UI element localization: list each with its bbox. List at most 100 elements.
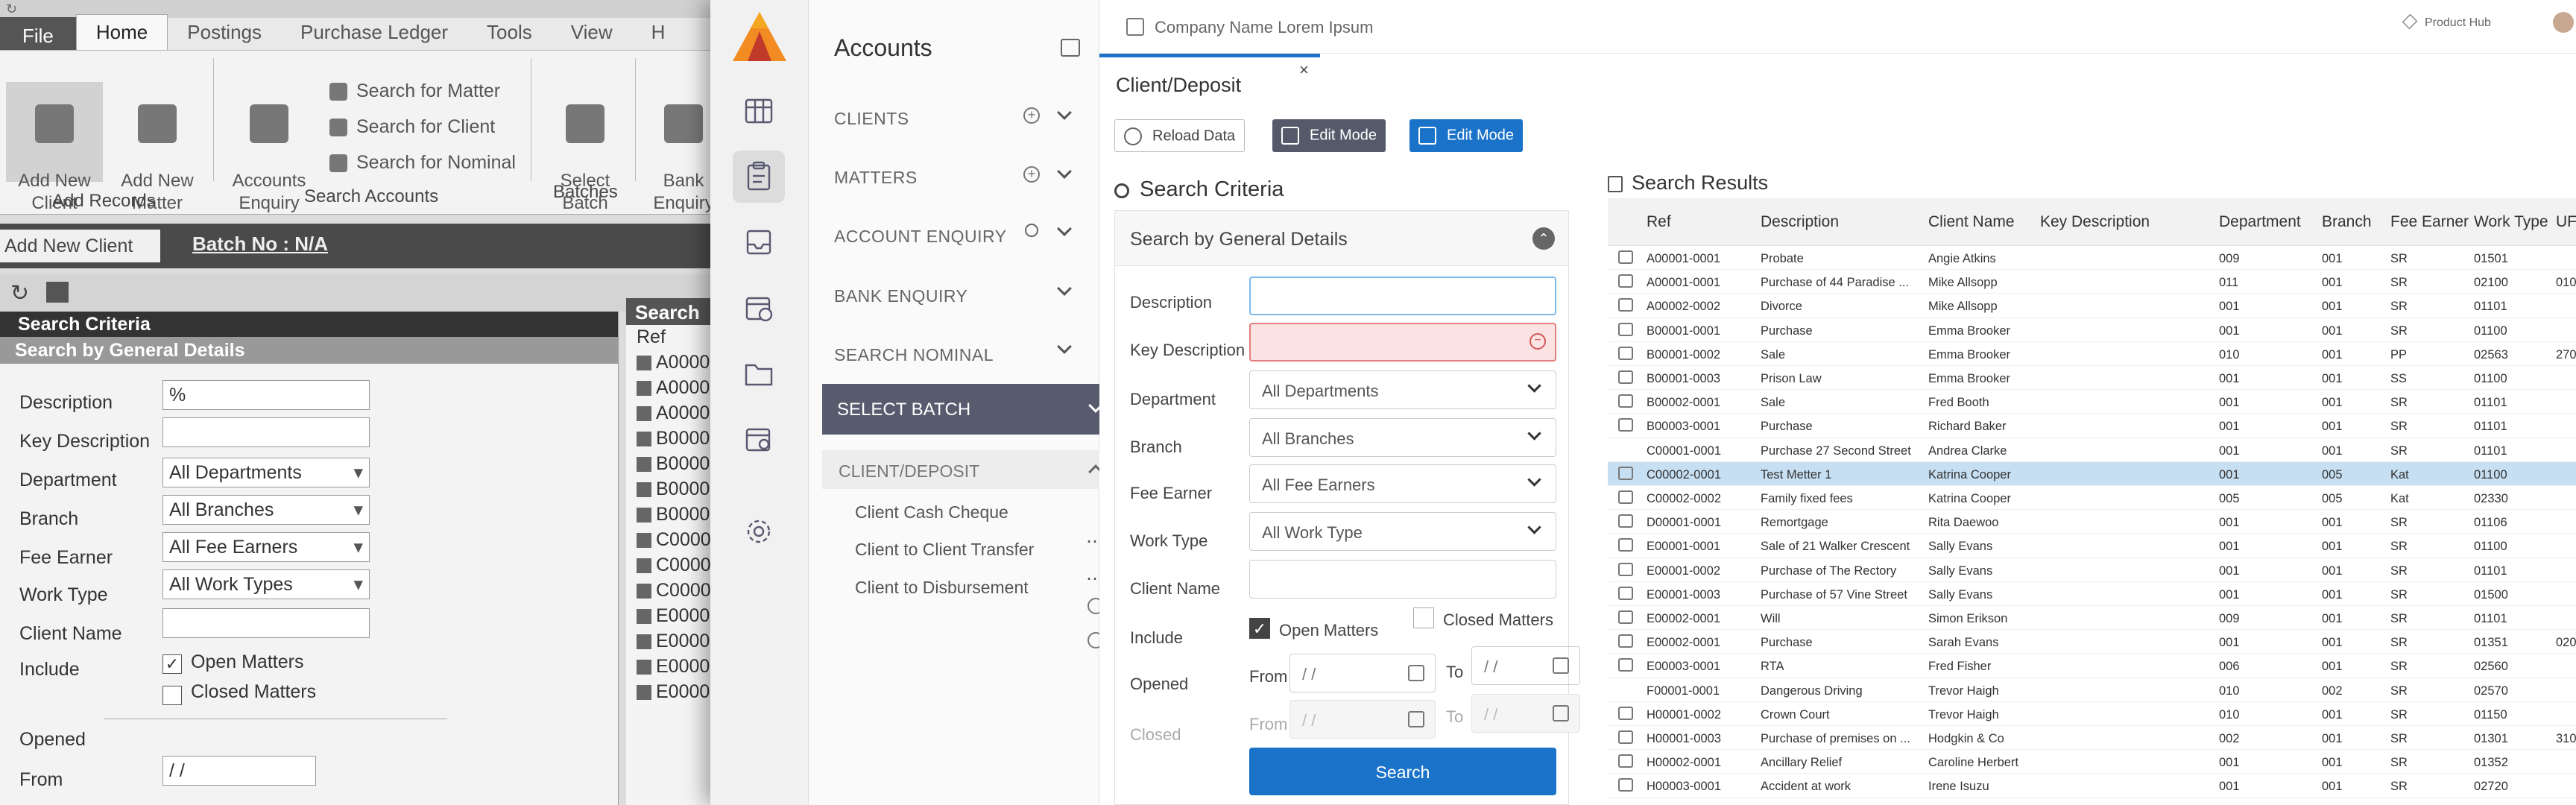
table-row[interactable]: B00001-0003 Prison Law Emma Brooker 001 001 S…	[1608, 366, 2576, 391]
legacy-refresh-icon[interactable]: ↻	[6, 1, 17, 17]
add-new-client-button[interactable]: Add New Client	[6, 82, 103, 213]
col-branch[interactable]: Branch	[2322, 213, 2372, 231]
legacy-branch-select[interactable]: All Branches	[162, 495, 370, 525]
table-row[interactable]: A00001-0001 Purchase of 44 Paradise ... Mi…	[1608, 270, 2576, 294]
search-icon[interactable]	[1025, 224, 1038, 237]
nav-item-matters[interactable]: MATTERS	[834, 168, 918, 188]
table-row[interactable]: H00003-0001 Accident at work Irene Isuzu 00…	[1608, 774, 2576, 798]
tab-tools[interactable]: Tools	[467, 15, 552, 50]
legacy-add-new-client[interactable]: Add New Client	[0, 230, 160, 262]
legacy-result-row[interactable]: E0000	[626, 629, 716, 654]
table-row[interactable]: E00003-0001 RTA Fred Fisher 006 001 SR 02560	[1608, 654, 2576, 678]
search-button[interactable]: Search	[1249, 748, 1556, 795]
sub-item-client-to-client-transfer[interactable]: Client to Client Transfer	[855, 540, 1034, 560]
reload-data-button[interactable]: Reload Data	[1114, 119, 1246, 152]
table-row[interactable]: B00001-0001 Purchase Emma Brooker 001 001 SR 0…	[1608, 318, 2576, 342]
client-name-input[interactable]	[1249, 560, 1556, 599]
tab-purchase-ledger[interactable]: Purchase Ledger	[281, 15, 467, 50]
table-row[interactable]: H00002-0001 Ancillary Relief Caroline Herb…	[1608, 750, 2576, 774]
legacy-description-input[interactable]: %	[162, 380, 370, 410]
edit-mode-active-button[interactable]: Edit Mode	[1409, 119, 1524, 152]
fee-earner-select[interactable]: All Fee Earners	[1249, 464, 1556, 503]
col-description[interactable]: Description	[1761, 213, 1839, 231]
table-row[interactable]: C00001-0001 Purchase 27 Second Street Andr…	[1608, 438, 2576, 462]
legacy-work-type-select[interactable]: All Work Types	[162, 569, 370, 599]
nav-item-select-batch[interactable]: SELECT BATCH	[822, 384, 1119, 435]
rail-folder-icon[interactable]	[733, 347, 785, 400]
table-row[interactable]: A00002-0002 Divorce Mike Allsopp 001 001 SR 01…	[1608, 294, 2576, 318]
legacy-result-row[interactable]: C0000	[626, 528, 716, 553]
table-row[interactable]: A00001-0001 Probate Angie Atkins 009 001 SR 01…	[1608, 246, 2576, 271]
opened-to-date[interactable]: / /	[1471, 646, 1580, 685]
table-row[interactable]: C00002-0002 Family fixed fees Katrina Coop…	[1608, 486, 2576, 511]
avatar[interactable]	[2553, 12, 2574, 33]
legacy-fee-earner-select[interactable]: All Fee Earners	[162, 532, 370, 562]
legacy-key-description-input[interactable]	[162, 417, 370, 447]
legacy-department-select[interactable]: All Departments	[162, 458, 370, 487]
tab-home[interactable]: Home	[75, 14, 168, 50]
legacy-result-row[interactable]: E0000	[626, 604, 716, 629]
collapse-section-icon[interactable]: ⌃	[1532, 227, 1555, 250]
rail-clipboard-icon[interactable]	[733, 151, 785, 203]
legacy-client-name-input[interactable]	[162, 608, 370, 638]
legacy-refresh-icon[interactable]: ↻	[10, 280, 29, 306]
table-row[interactable]: B00003-0001 Purchase Richard Baker 001 001 SR…	[1608, 414, 2576, 438]
col-key-description[interactable]: Key Description	[2040, 213, 2150, 231]
search-for-matter-button[interactable]: Search for Matter	[329, 80, 500, 102]
table-row[interactable]: H00001-0002 Crown Court Trevor Haigh 010 001…	[1608, 702, 2576, 726]
nav-item-clients[interactable]: CLIENTS	[834, 109, 909, 129]
search-for-client-button[interactable]: Search for Client	[329, 116, 495, 138]
table-row[interactable]: E00001-0002 Purchase of The Rectory Sally …	[1608, 558, 2576, 582]
rail-settings-gear-icon[interactable]	[733, 505, 785, 558]
col-client-name[interactable]: Client Name	[1928, 213, 2015, 231]
legacy-result-row[interactable]: C0000	[626, 578, 716, 604]
col-ufn[interactable]: UFN	[2556, 213, 2576, 231]
tab-file[interactable]: File	[0, 17, 76, 50]
col-ref[interactable]: Ref	[1647, 213, 1671, 231]
opened-from-date[interactable]: / /	[1289, 654, 1436, 692]
add-matter-icon[interactable]: +	[1023, 166, 1040, 183]
legacy-from-date[interactable]: / /	[162, 756, 316, 786]
table-row[interactable]: E00001-0003 Purchase of 57 Vine Street Sal…	[1608, 582, 2576, 606]
product-hub-link[interactable]: Product Hub	[2425, 16, 2491, 30]
legacy-result-row[interactable]: E0000	[626, 680, 716, 705]
legacy-result-row[interactable]: A0000	[626, 376, 716, 401]
chevron-down-icon[interactable]	[1057, 221, 1072, 236]
legacy-result-row[interactable]: B0000	[626, 452, 716, 477]
table-row[interactable]: H00001-0003 Purchase of premises on ... Ho…	[1608, 726, 2576, 751]
rail-accounts-grid-icon[interactable]	[733, 85, 785, 137]
calendar-icon[interactable]	[1408, 665, 1424, 681]
col-department[interactable]: Department	[2219, 213, 2301, 231]
col-fee-earner[interactable]: Fee Earner	[2390, 213, 2469, 231]
legacy-batch-number[interactable]: Batch No : N/A	[192, 233, 328, 256]
table-row[interactable]: B00001-0002 Sale Emma Brooker 010 001 PP 02563…	[1608, 342, 2576, 366]
chevron-down-icon[interactable]	[1057, 339, 1072, 354]
search-for-nominal-button[interactable]: Search for Nominal	[329, 152, 516, 174]
calendar-icon[interactable]	[1553, 657, 1569, 674]
table-row[interactable]: E00001-0001 Sale of 21 Walker Crescent Sal…	[1608, 534, 2576, 558]
tab-h[interactable]: H	[632, 15, 685, 50]
legacy-result-row[interactable]: A0000	[626, 401, 716, 426]
open-matters-checkbox[interactable]: ✓	[1249, 618, 1270, 639]
legacy-result-row[interactable]: A0000	[626, 350, 716, 376]
department-select[interactable]: All Departments	[1249, 370, 1556, 409]
rail-inbox-icon[interactable]	[733, 216, 785, 268]
col-work-type[interactable]: Work Type	[2474, 213, 2548, 231]
close-tab-icon[interactable]: ×	[1299, 60, 1309, 80]
legacy-result-row[interactable]: E0000	[626, 654, 716, 680]
sub-item-client-to-disbursement[interactable]: Client to Disbursement	[855, 578, 1029, 598]
legacy-print-icon[interactable]	[46, 282, 69, 303]
table-row[interactable]: F00001-0001 Dangerous Driving Trevor Haigh…	[1608, 678, 2576, 702]
table-row[interactable]: E00002-0001 Will Simon Erikson 009 001 SR 0110…	[1608, 606, 2576, 631]
tab-client-deposit[interactable]: Client/Deposit ×	[1099, 54, 1320, 110]
work-type-select[interactable]: All Work Type	[1249, 512, 1556, 551]
nav-item-account-enquiry[interactable]: ACCOUNT ENQUIRY	[834, 227, 1007, 247]
add-client-icon[interactable]: +	[1023, 107, 1040, 124]
sub-item-client-cash-cheque[interactable]: Client Cash Cheque	[855, 502, 1008, 523]
table-row[interactable]: C00002-0001 Test Metter 1 Katrina Cooper 00…	[1608, 461, 2576, 486]
branch-select[interactable]: All Branches	[1249, 418, 1556, 457]
legacy-result-row[interactable]: B0000	[626, 477, 716, 502]
table-row[interactable]: B00002-0001 Sale Fred Booth 001 001 SR 01101	[1608, 390, 2576, 414]
legacy-result-row[interactable]: B0000	[626, 426, 716, 452]
chevron-down-icon[interactable]	[1057, 281, 1072, 296]
